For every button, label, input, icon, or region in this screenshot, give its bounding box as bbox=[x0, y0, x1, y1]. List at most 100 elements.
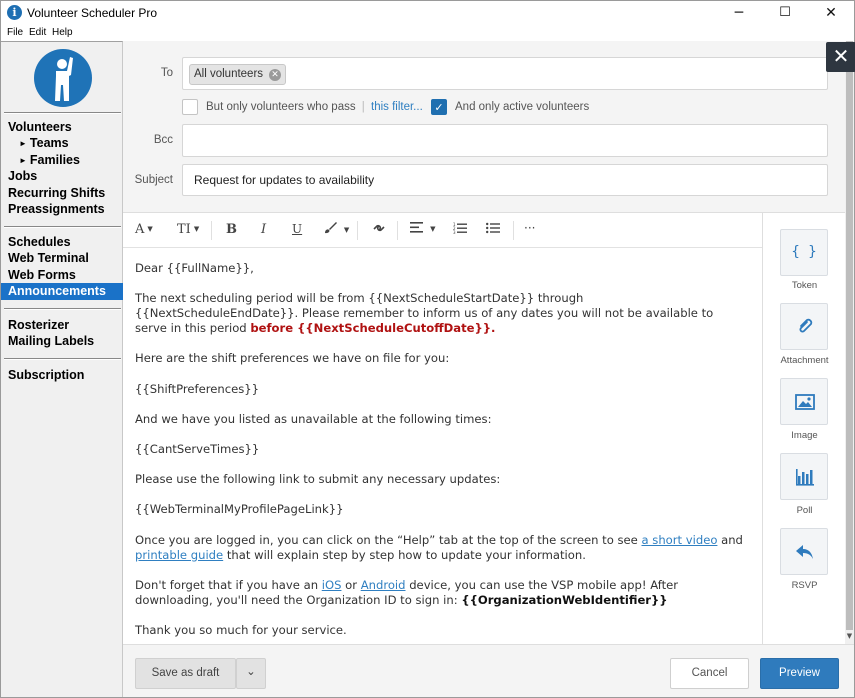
ordered-list-button[interactable]: 123 bbox=[453, 222, 467, 238]
active-volunteers-label: And only active volunteers bbox=[455, 101, 590, 113]
sidebar-item-label: Families bbox=[29, 152, 80, 167]
font-family-button[interactable]: A ▼ bbox=[135, 222, 153, 237]
sidebar-item-rosterizer[interactable]: Rosterizer bbox=[1, 317, 123, 333]
remove-chip-icon[interactable]: ✕ bbox=[269, 69, 282, 81]
subject-field[interactable]: Request for updates to availability bbox=[182, 164, 828, 196]
paragraph-link-intro: Please use the following link to submit … bbox=[135, 472, 501, 487]
volunteer-logo-icon bbox=[34, 49, 92, 107]
more-options-button[interactable]: ··· bbox=[524, 221, 535, 235]
rsvp-button[interactable] bbox=[780, 528, 828, 575]
sidebar-item-subscription[interactable]: Subscription bbox=[1, 367, 123, 383]
font-size-icon: TI bbox=[177, 222, 191, 237]
token-label: Token bbox=[791, 280, 818, 291]
message-editor[interactable]: Dear {{FullName}}, The next scheduling p… bbox=[123, 248, 763, 644]
sidebar-item-label: Teams bbox=[29, 136, 69, 151]
token-cant-serve-times: {{CantServeTimes}} bbox=[135, 441, 260, 456]
poll-button[interactable] bbox=[780, 453, 828, 500]
token-button[interactable]: { } bbox=[780, 229, 828, 276]
nav-group-people: Volunteers ► Teams ► Families Jobs Recurri… bbox=[1, 119, 123, 217]
text-color-button[interactable]: ▼ bbox=[324, 222, 349, 237]
filter-link[interactable]: this filter... bbox=[371, 101, 423, 113]
close-window-button[interactable]: ✕ bbox=[808, 1, 854, 25]
short-video-link[interactable]: a short video bbox=[641, 533, 717, 547]
svg-text:3: 3 bbox=[453, 230, 456, 234]
save-draft-button[interactable]: Save as draft bbox=[135, 658, 236, 689]
sidebar-item-web-forms[interactable]: Web Forms bbox=[1, 267, 123, 283]
ordered-list-icon: 123 bbox=[453, 222, 467, 238]
preview-button[interactable]: Preview bbox=[760, 658, 839, 689]
android-link[interactable]: Android bbox=[361, 578, 406, 592]
bcc-field[interactable] bbox=[182, 124, 828, 157]
nav-group-account: Subscription bbox=[1, 367, 123, 383]
sidebar-item-families[interactable]: ► Families bbox=[1, 152, 123, 168]
save-options-dropdown[interactable]: ⌄ bbox=[236, 658, 266, 689]
sidebar-item-web-terminal[interactable]: Web Terminal bbox=[1, 250, 123, 266]
attachment-label: Attachment bbox=[780, 355, 829, 366]
ios-link[interactable]: iOS bbox=[322, 578, 342, 592]
close-compose-button[interactable]: ✕ bbox=[826, 42, 855, 72]
brush-icon bbox=[324, 222, 341, 237]
token-shift-preferences: {{ShiftPreferences}} bbox=[135, 381, 260, 396]
align-button[interactable]: ▼ bbox=[410, 222, 436, 237]
bullet-list-icon bbox=[486, 222, 500, 238]
greeting-line: Dear {{FullName}}, bbox=[135, 261, 254, 275]
attachment-button[interactable] bbox=[780, 303, 828, 350]
sidebar-item-mailing-labels[interactable]: Mailing Labels bbox=[1, 333, 123, 349]
to-field[interactable]: All volunteers ✕ bbox=[182, 57, 828, 90]
align-icon bbox=[410, 222, 427, 237]
closing-line: Thank you so much for your service. bbox=[135, 622, 347, 637]
sidebar-item-teams[interactable]: ► Teams bbox=[1, 135, 123, 151]
recipient-chip: All volunteers ✕ bbox=[189, 64, 287, 85]
close-icon: ✕ bbox=[832, 44, 850, 68]
paragraph-schedule: The next scheduling period will be from … bbox=[135, 291, 714, 336]
menu-help[interactable]: Help bbox=[52, 27, 73, 38]
token-profile-link: {{WebTerminalMyProfilePageLink}} bbox=[135, 502, 344, 517]
minimize-button[interactable]: ─ bbox=[716, 1, 762, 25]
expand-triangle-icon: ► bbox=[19, 155, 27, 165]
paragraph-unavailable-intro: And we have you listed as unavailable at… bbox=[135, 411, 492, 426]
subject-value: Request for updates to availability bbox=[194, 173, 375, 187]
image-button[interactable] bbox=[780, 378, 828, 425]
chevron-down-icon: ⌄ bbox=[246, 664, 256, 678]
window-title: Volunteer Scheduler Pro bbox=[27, 6, 158, 20]
sidebar: Volunteers ► Teams ► Families Jobs Recurri… bbox=[1, 41, 123, 697]
maximize-button[interactable]: ☐ bbox=[762, 1, 808, 25]
recipient-chip-label: All volunteers bbox=[194, 68, 264, 80]
active-volunteers-checkbox[interactable]: ✓ bbox=[431, 99, 447, 115]
token-braces-icon: { } bbox=[791, 244, 817, 260]
image-label: Image bbox=[791, 430, 818, 441]
italic-button[interactable]: I bbox=[261, 222, 266, 237]
nav-group-tools: Rosterizer Mailing Labels bbox=[1, 317, 123, 350]
paragraph-help: Once you are logged in, you can click on… bbox=[135, 532, 743, 562]
sidebar-item-jobs[interactable]: Jobs bbox=[1, 168, 123, 184]
message-body: Dear {{FullName}}, The next scheduling p… bbox=[135, 261, 747, 644]
nav-group-scheduling: Schedules Web Terminal Web Forms Announc… bbox=[1, 234, 123, 300]
sidebar-item-schedules[interactable]: Schedules bbox=[1, 234, 123, 250]
sidebar-item-announcements[interactable]: Announcements bbox=[1, 283, 123, 300]
bullet-list-button[interactable] bbox=[486, 222, 500, 238]
filter-option: But only volunteers who pass | this filt… bbox=[206, 101, 423, 113]
title-bar: i Volunteer Scheduler Pro ─ ☐ ✕ bbox=[1, 1, 854, 25]
font-size-button[interactable]: TI ▼ bbox=[177, 222, 199, 237]
sidebar-item-recurring-shifts[interactable]: Recurring Shifts bbox=[1, 185, 123, 201]
printable-guide-link[interactable]: printable guide bbox=[135, 548, 223, 562]
sidebar-item-volunteers[interactable]: Volunteers bbox=[1, 119, 123, 135]
cancel-button[interactable]: Cancel bbox=[670, 658, 749, 689]
insert-link-button[interactable] bbox=[372, 222, 386, 238]
underline-button[interactable]: U bbox=[292, 222, 302, 236]
sidebar-item-preassignments[interactable]: Preassignments bbox=[1, 201, 123, 217]
scrollbar-thumb[interactable] bbox=[846, 41, 853, 630]
filter-checkbox[interactable] bbox=[182, 99, 198, 115]
paperclip-icon bbox=[796, 317, 814, 342]
rsvp-label: RSVP bbox=[791, 580, 818, 591]
menu-file[interactable]: File bbox=[7, 27, 23, 38]
filter-text: But only volunteers who pass bbox=[206, 101, 356, 113]
compose-footer: Save as draft ⌄ Cancel Preview bbox=[123, 644, 854, 697]
bold-button[interactable]: B bbox=[226, 222, 237, 237]
format-toolbar: A ▼ TI ▼ B I U ▼ ▼ 123 ··· bbox=[123, 213, 763, 248]
subject-label: Subject bbox=[134, 174, 173, 186]
paragraph-mobile-app: Don't forget that if you have an iOS or … bbox=[135, 577, 679, 607]
scroll-down-icon[interactable]: ▼ bbox=[845, 632, 854, 642]
compose-panel: To All volunteers ✕ But only volunteers … bbox=[123, 41, 854, 697]
menu-edit[interactable]: Edit bbox=[29, 27, 46, 38]
